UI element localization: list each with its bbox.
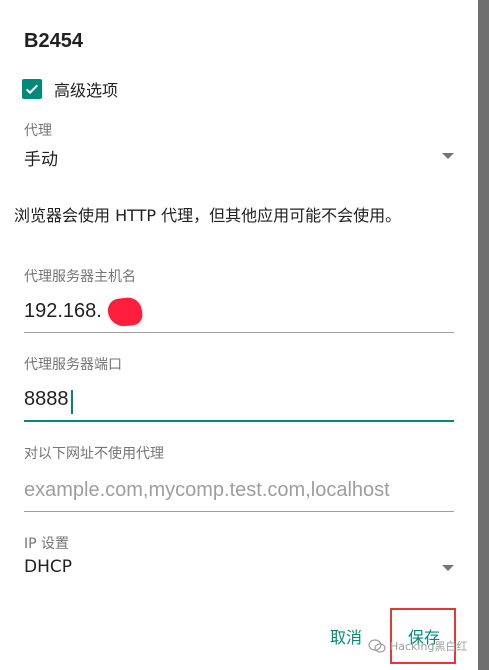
proxy-value: 手动 [24,150,58,170]
hostname-field[interactable] [24,296,454,333]
ip-settings-label: IP 设置 [24,536,70,552]
watermark-text: Hacking黑白红 [390,640,468,653]
port-label: 代理服务器端口 [24,357,122,373]
port-field[interactable] [24,388,454,422]
hostname-input[interactable] [24,300,454,323]
dialog-title: B2454 [24,30,83,52]
advanced-options-label: 高级选项 [54,81,119,100]
dropdown-arrow-icon [442,153,454,159]
ip-settings-spinner[interactable]: DHCP [24,557,454,581]
text-cursor [71,390,73,414]
hostname-label: 代理服务器主机名 [24,269,136,285]
check-icon [25,84,39,95]
bypass-label: 对以下网址不使用代理 [24,446,164,462]
proxy-settings-dialog: B2454 高级选项 代理 手动 浏览器会使用 HTTP 代理，但其他应用可能不… [0,0,478,670]
bypass-input[interactable] [24,479,454,502]
advanced-options-row[interactable]: 高级选项 [22,77,118,101]
port-input[interactable] [24,388,454,411]
proxy-spinner[interactable]: 手动 [24,145,454,170]
bypass-field[interactable] [24,479,454,512]
advanced-options-checkbox[interactable] [22,79,42,99]
wechat-icon [368,639,386,653]
save-highlight-box [390,608,456,664]
ip-settings-value: DHCP [24,557,72,577]
proxy-label: 代理 [24,123,52,139]
proxy-note: 浏览器会使用 HTTP 代理，但其他应用可能不会使用。 [14,206,402,225]
cancel-button[interactable]: 取消 [330,624,362,648]
dropdown-arrow-icon [442,565,454,571]
watermark: Hacking黑白红 [368,638,467,654]
